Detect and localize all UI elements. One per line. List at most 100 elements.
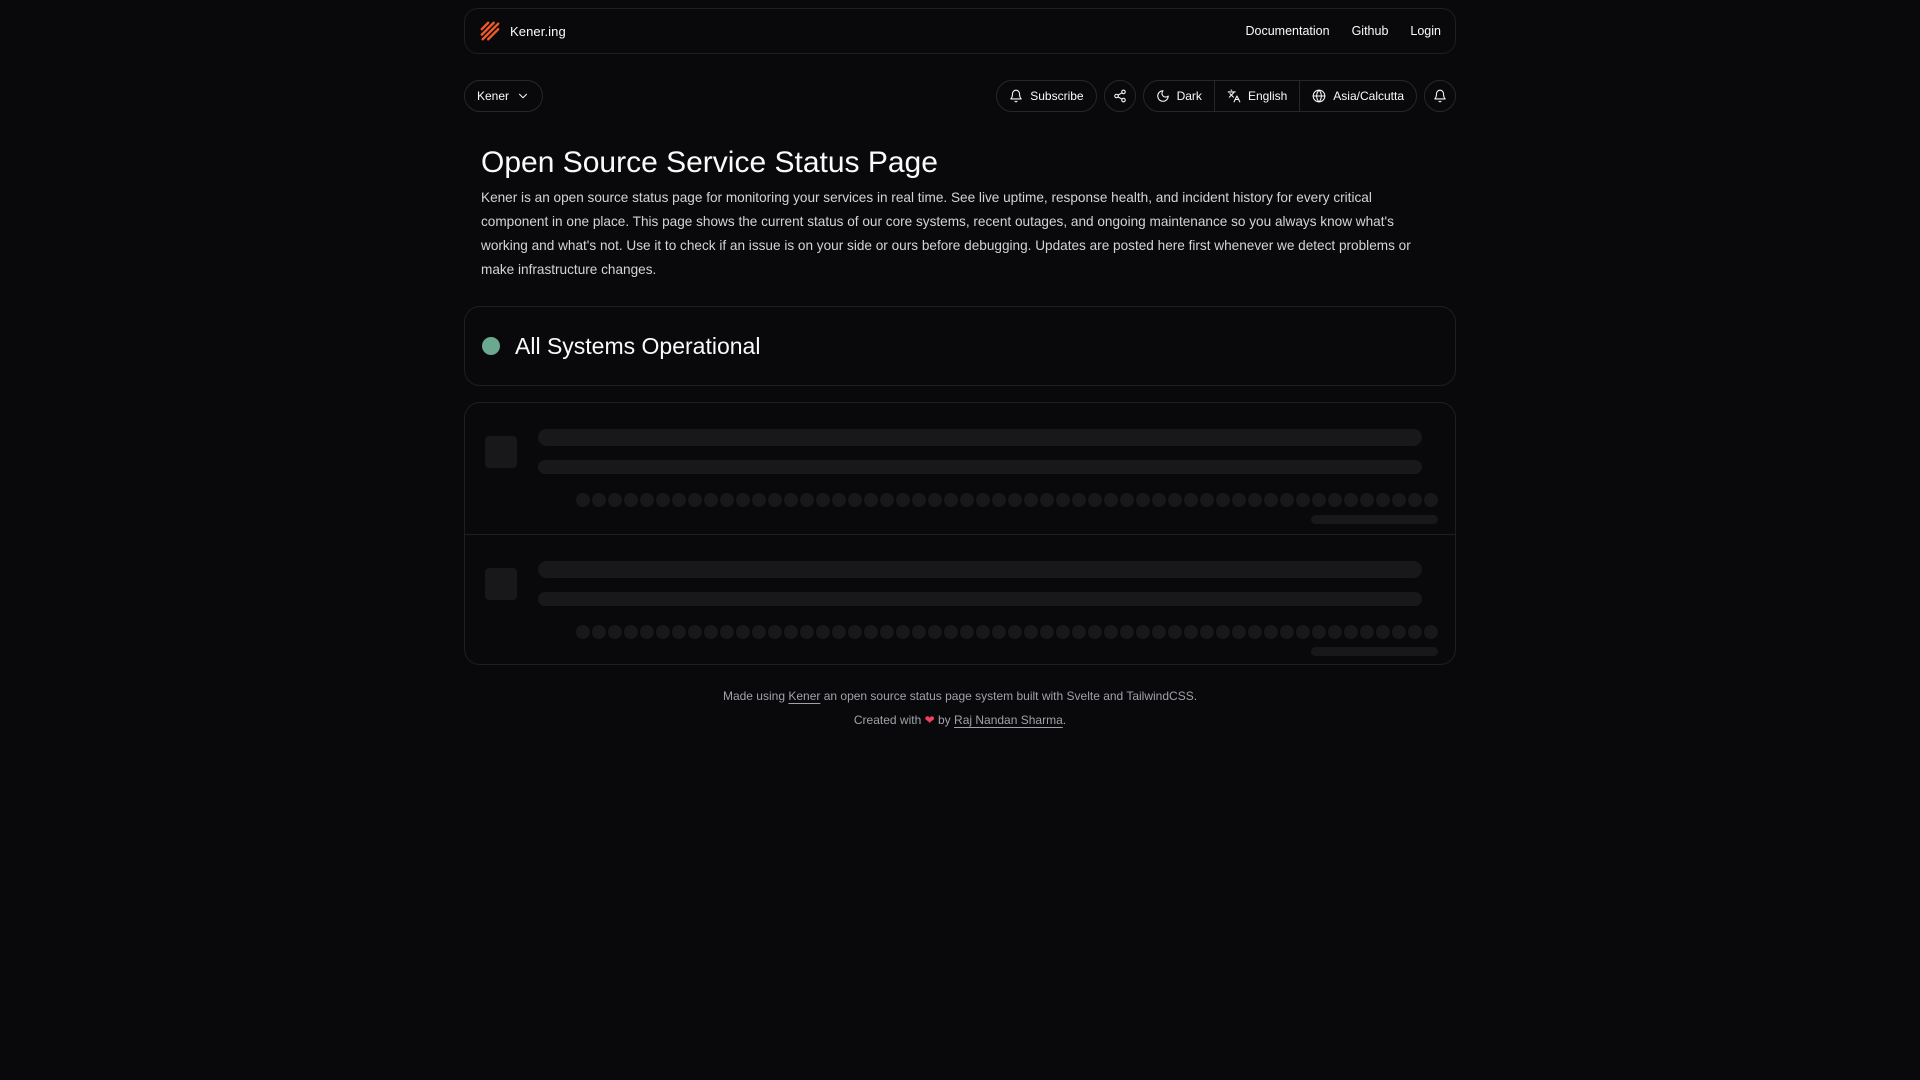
skeleton-bar	[1024, 493, 1038, 507]
skeleton-bar	[992, 625, 1006, 639]
skeleton-bar	[608, 493, 622, 507]
skeleton-bar	[800, 625, 814, 639]
nav-link-github[interactable]: Github	[1352, 24, 1389, 38]
skeleton-bar	[1248, 493, 1262, 507]
skeleton-line	[1311, 515, 1438, 524]
preferences-group: Dark English Asia/Calcutta	[1142, 80, 1417, 112]
notifications-button[interactable]	[1424, 80, 1456, 112]
skeleton-bar	[1248, 625, 1262, 639]
language-selector[interactable]: English	[1213, 81, 1299, 111]
skeleton-bar	[1312, 625, 1326, 639]
skeleton-bar	[736, 625, 750, 639]
brand[interactable]: Kener.ing	[479, 20, 566, 42]
skeleton-bar	[1392, 493, 1406, 507]
skeleton-bar	[608, 625, 622, 639]
skeleton-bar	[624, 493, 638, 507]
skeleton-bar	[1104, 493, 1118, 507]
footer-author-link[interactable]: Raj Nandan Sharma	[954, 713, 1063, 727]
page-selector-label: Kener	[477, 89, 510, 103]
skeleton-bar	[960, 625, 974, 639]
skeleton-bar	[1200, 493, 1214, 507]
skeleton-bar	[768, 493, 782, 507]
skeleton-bar	[928, 493, 942, 507]
skeleton-bar	[752, 625, 766, 639]
skeleton-line	[538, 592, 1422, 606]
skeleton-bar	[1120, 625, 1134, 639]
skeleton-bar	[912, 625, 926, 639]
nav-links: Documentation Github Login	[1245, 24, 1441, 38]
skeleton-bar	[656, 493, 670, 507]
skeleton-bar	[1216, 493, 1230, 507]
skeleton-bar	[1056, 493, 1070, 507]
timezone-selector[interactable]: Asia/Calcutta	[1299, 81, 1416, 111]
nav-link-login[interactable]: Login	[1410, 24, 1441, 38]
skeleton-bar	[592, 493, 606, 507]
skeleton-bar	[832, 493, 846, 507]
skeleton-bar	[1328, 625, 1342, 639]
share-icon	[1113, 89, 1126, 103]
skeleton-bar	[624, 625, 638, 639]
skeleton-bar	[1296, 625, 1310, 639]
skeleton-line	[538, 460, 1422, 474]
skeleton-bar	[640, 625, 654, 639]
skeleton-bar	[1056, 625, 1070, 639]
skeleton-avatar	[485, 568, 517, 600]
skeleton-bar	[880, 625, 894, 639]
skeleton-bar	[816, 625, 830, 639]
subscribe-button[interactable]: Subscribe	[996, 80, 1097, 112]
skeleton-bar	[1136, 493, 1150, 507]
heart-icon: ❤	[924, 713, 935, 727]
skeleton-bar	[784, 493, 798, 507]
monitor-skeleton	[465, 534, 1455, 664]
skeleton-bar	[672, 493, 686, 507]
skeleton-bar	[1088, 493, 1102, 507]
page-selector[interactable]: Kener	[464, 80, 544, 112]
overall-status-card: All Systems Operational	[464, 306, 1456, 386]
skeleton-line	[1311, 647, 1438, 656]
page-title: Open Source Service Status Page	[481, 146, 938, 179]
moon-icon	[1156, 90, 1169, 102]
skeleton-bar	[816, 493, 830, 507]
skeleton-bar	[1152, 625, 1166, 639]
skeleton-bar	[720, 493, 734, 507]
skeleton-bar	[1120, 493, 1134, 507]
skeleton-avatar	[485, 436, 517, 468]
language-label: English	[1247, 89, 1288, 103]
skeleton-bar	[848, 625, 862, 639]
skeleton-bar	[944, 493, 958, 507]
skeleton-bar	[832, 625, 846, 639]
skeleton-line	[538, 429, 1422, 446]
skeleton-bar	[896, 493, 910, 507]
skeleton-bar	[1232, 493, 1246, 507]
skeleton-bar	[1296, 493, 1310, 507]
subscribe-label: Subscribe	[1030, 89, 1084, 103]
skeleton-bar	[896, 625, 910, 639]
skeleton-bar	[1360, 625, 1374, 639]
skeleton-uptime-bars	[576, 493, 1438, 507]
kener-logo-icon	[480, 21, 500, 41]
skeleton-bar	[768, 625, 782, 639]
skeleton-bar	[1232, 625, 1246, 639]
footer-kener-link[interactable]: Kener	[788, 689, 820, 703]
skeleton-bar	[1184, 493, 1198, 507]
translate-icon	[1227, 89, 1241, 103]
skeleton-bar	[848, 493, 862, 507]
skeleton-bar	[976, 625, 990, 639]
skeleton-bar	[688, 493, 702, 507]
nav-link-documentation[interactable]: Documentation	[1245, 24, 1329, 38]
skeleton-bar	[736, 493, 750, 507]
brand-name: Kener.ing	[510, 23, 566, 39]
bell-icon	[1434, 89, 1446, 103]
skeleton-line	[538, 561, 1422, 578]
theme-toggle[interactable]: Dark	[1144, 81, 1214, 111]
share-button[interactable]	[1103, 80, 1136, 112]
skeleton-bar	[864, 493, 878, 507]
skeleton-bar	[928, 625, 942, 639]
skeleton-bar	[1136, 625, 1150, 639]
skeleton-bar	[1024, 625, 1038, 639]
skeleton-bar	[1168, 625, 1182, 639]
monitor-skeleton	[465, 403, 1455, 534]
skeleton-bar	[704, 625, 718, 639]
skeleton-bar	[1344, 493, 1358, 507]
skeleton-bar	[1216, 625, 1230, 639]
